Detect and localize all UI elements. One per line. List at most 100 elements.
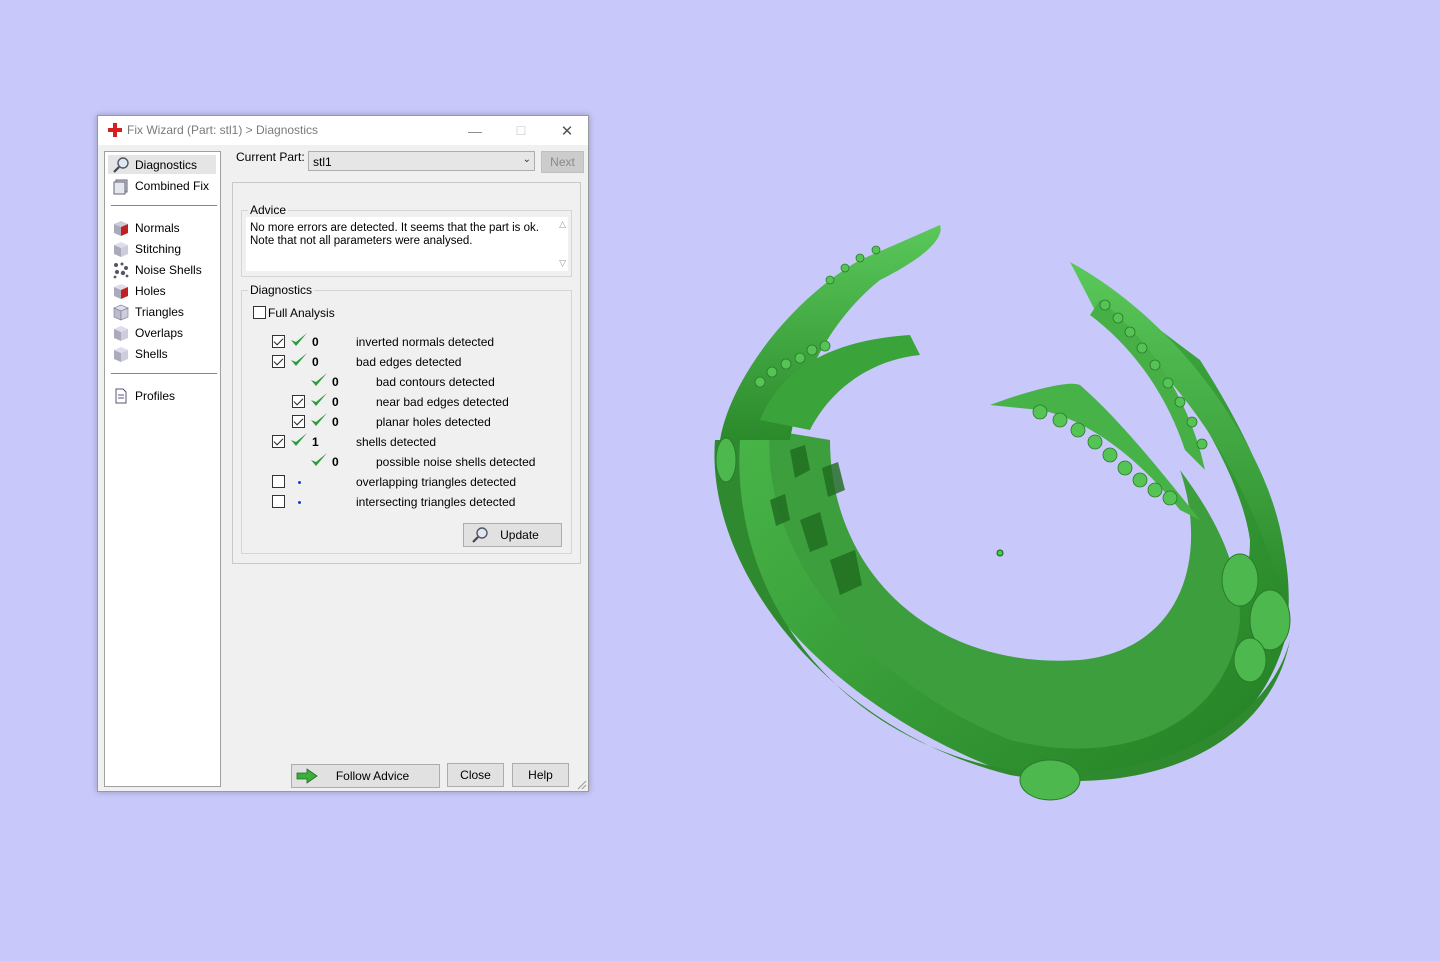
follow-advice-label: Follow Advice bbox=[335, 769, 410, 783]
update-button[interactable]: Update bbox=[463, 523, 562, 547]
follow-advice-button[interactable]: Follow Advice bbox=[291, 764, 440, 788]
diagnostic-text: shells detected bbox=[356, 435, 437, 449]
green-check-icon bbox=[311, 453, 327, 466]
diagnostic-count: 0 bbox=[312, 355, 319, 369]
diagnostic-text: bad edges detected bbox=[356, 355, 462, 369]
scroll-down-icon[interactable]: ▽ bbox=[559, 258, 566, 269]
magnifier-icon bbox=[113, 156, 129, 173]
diagnostic-count: 0 bbox=[332, 395, 339, 409]
green-check-icon bbox=[311, 413, 327, 426]
resize-grip-icon[interactable] bbox=[577, 780, 587, 790]
triangles-cube-icon bbox=[113, 304, 129, 320]
wizard-nav: Diagnostics Combined Fix Normals Stitchi… bbox=[104, 151, 221, 787]
advice-textbox[interactable]: No more errors are detected. It seems th… bbox=[246, 217, 568, 271]
current-part-value: stl1 bbox=[313, 155, 332, 169]
normals-cube-icon bbox=[114, 220, 128, 236]
diagnostic-text: inverted normals detected bbox=[356, 335, 495, 349]
diagnostics-title: Diagnostics bbox=[248, 283, 315, 297]
noise-shells-icon bbox=[113, 262, 129, 278]
diagnostic-text: bad contours detected bbox=[376, 375, 495, 389]
advice-text: No more errors are detected. It seems th… bbox=[250, 222, 540, 248]
nav-divider bbox=[111, 205, 217, 206]
shells-cube-icon bbox=[114, 346, 128, 362]
next-label: Next bbox=[550, 155, 575, 169]
nav-item-normals[interactable]: Normals bbox=[108, 218, 216, 237]
pending-dot-icon bbox=[298, 501, 301, 504]
nav-label: Combined Fix bbox=[135, 178, 210, 193]
next-button[interactable]: Next bbox=[541, 151, 584, 173]
planar-holes-checkbox[interactable] bbox=[292, 415, 305, 428]
diagnostic-text: possible noise shells detected bbox=[376, 455, 536, 469]
green-check-icon bbox=[291, 433, 307, 446]
close-button[interactable]: Close bbox=[447, 763, 504, 787]
intersecting-triangles-checkbox[interactable] bbox=[272, 495, 285, 508]
nav-label: Holes bbox=[135, 283, 166, 298]
green-check-icon bbox=[311, 373, 327, 386]
shells-checkbox[interactable] bbox=[272, 435, 285, 448]
nav-item-noise-shells[interactable]: Noise Shells bbox=[108, 260, 216, 279]
advice-group: Advice No more errors are detected. It s… bbox=[241, 203, 572, 277]
stitching-cube-icon bbox=[114, 241, 128, 257]
nav-item-diagnostics[interactable]: Diagnostics bbox=[108, 155, 216, 174]
nav-divider bbox=[111, 373, 217, 374]
combined-fix-icon bbox=[113, 179, 128, 194]
magnifier-icon bbox=[472, 527, 488, 543]
diagnostic-count: 0 bbox=[312, 335, 319, 349]
minimize-button[interactable]: — bbox=[452, 116, 498, 145]
near-bad-edges-checkbox[interactable] bbox=[292, 395, 305, 408]
bad-edges-checkbox[interactable] bbox=[272, 355, 285, 368]
update-label: Update bbox=[500, 528, 539, 542]
full-analysis-checkbox[interactable] bbox=[253, 306, 266, 319]
nav-item-profiles[interactable]: Profiles bbox=[108, 386, 216, 405]
nav-item-shells[interactable]: Shells bbox=[108, 344, 216, 363]
green-check-icon bbox=[311, 393, 327, 406]
overlaps-cube-icon bbox=[114, 325, 128, 341]
nav-label: Noise Shells bbox=[135, 262, 202, 277]
inverted-normals-checkbox[interactable] bbox=[272, 335, 285, 348]
close-label: Close bbox=[460, 768, 491, 782]
green-arrow-icon bbox=[296, 768, 318, 784]
close-window-button[interactable]: ✕ bbox=[544, 116, 590, 145]
maximize-button[interactable]: ☐ bbox=[498, 116, 544, 145]
window-title: Fix Wizard (Part: stl1) > Diagnostics bbox=[127, 123, 319, 137]
nav-item-combined-fix[interactable]: Combined Fix bbox=[108, 176, 216, 195]
diagnostic-count: 0 bbox=[332, 415, 339, 429]
nav-label: Diagnostics bbox=[135, 157, 198, 172]
holes-cube-icon bbox=[114, 283, 128, 299]
scroll-up-icon[interactable]: △ bbox=[559, 219, 566, 230]
green-check-icon bbox=[291, 333, 307, 346]
full-analysis-label: Full Analysis bbox=[268, 306, 335, 320]
current-part-label: Current Part: bbox=[236, 150, 305, 164]
diagnostic-count: 0 bbox=[332, 375, 339, 389]
current-part-select[interactable]: stl1 ⌄ bbox=[308, 151, 535, 171]
diagnostics-panel: Advice No more errors are detected. It s… bbox=[232, 182, 581, 564]
diagnostic-count: 0 bbox=[332, 455, 339, 469]
nav-item-overlaps[interactable]: Overlaps bbox=[108, 323, 216, 342]
nav-item-stitching[interactable]: Stitching bbox=[108, 239, 216, 258]
chevron-down-icon: ⌄ bbox=[522, 154, 531, 165]
green-check-icon bbox=[291, 353, 307, 366]
diagnostic-text: near bad edges detected bbox=[376, 395, 509, 409]
diagnostic-text: intersecting triangles detected bbox=[356, 495, 516, 509]
advice-line: Note that not all parameters were analys… bbox=[250, 235, 473, 247]
diagnostic-text: planar holes detected bbox=[376, 415, 491, 429]
diagnostic-text: overlapping triangles detected bbox=[356, 475, 517, 489]
diagnostics-group: Diagnostics Full Analysis 0 inverted nor… bbox=[241, 283, 572, 554]
advice-line: No more errors are detected. It seems th… bbox=[250, 222, 539, 234]
help-button[interactable]: Help bbox=[512, 763, 569, 787]
pending-dot-icon bbox=[298, 481, 301, 484]
document-icon bbox=[115, 388, 127, 403]
overlapping-triangles-checkbox[interactable] bbox=[272, 475, 285, 488]
nav-label: Overlaps bbox=[135, 325, 184, 340]
help-label: Help bbox=[528, 768, 553, 782]
red-cross-icon bbox=[108, 123, 122, 137]
nav-label: Shells bbox=[135, 346, 168, 361]
nav-item-triangles[interactable]: Triangles bbox=[108, 302, 216, 321]
nav-label: Triangles bbox=[135, 304, 184, 319]
nav-label: Normals bbox=[135, 220, 180, 235]
nav-item-holes[interactable]: Holes bbox=[108, 281, 216, 300]
title-bar[interactable]: Fix Wizard (Part: stl1) > Diagnostics — … bbox=[98, 116, 588, 145]
nav-label: Stitching bbox=[135, 241, 182, 256]
diagnostic-count: 1 bbox=[312, 435, 319, 449]
nav-label: Profiles bbox=[135, 388, 176, 403]
